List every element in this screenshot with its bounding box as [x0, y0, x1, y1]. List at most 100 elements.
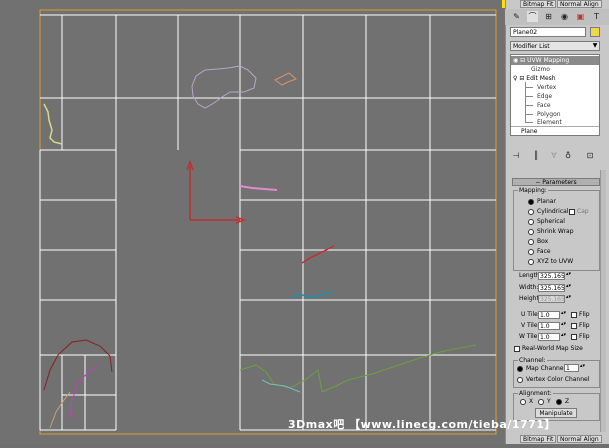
- w-tile-spinner[interactable]: 1.0: [538, 333, 560, 341]
- align-x-radio[interactable]: X: [520, 398, 533, 406]
- top-button-bar: Bitmap Fit Normal Align: [506, 0, 609, 9]
- mapping-planar-radio[interactable]: Planar: [528, 198, 556, 206]
- radio-icon: [528, 218, 534, 225]
- display-icon[interactable]: ▣: [575, 11, 586, 22]
- checkbox-label: Real-World Map Size: [522, 345, 583, 352]
- map-channel-spinner[interactable]: 1: [564, 364, 579, 372]
- w-tile-label: W Tile: [519, 333, 538, 340]
- utilities-icon[interactable]: T: [591, 11, 602, 22]
- cap-checkbox[interactable]: Cap: [569, 208, 589, 216]
- create-icon[interactable]: ✎: [511, 11, 522, 22]
- real-world-map-size-checkbox[interactable]: Real-World Map Size: [514, 345, 583, 353]
- map-channel-radio[interactable]: Map Channel:: [517, 365, 567, 373]
- spinner-arrows-icon[interactable]: ▴▾: [566, 284, 571, 292]
- v-tile-spinner[interactable]: 1.0: [538, 322, 560, 330]
- uv-island-purple: [191, 65, 257, 109]
- checkbox-icon: [569, 208, 575, 215]
- uv-island-yellow: [43, 103, 63, 145]
- mapping-xyz-to-uvw-radio[interactable]: XYZ to UVW: [528, 258, 573, 266]
- viewport[interactable]: [0, 0, 505, 444]
- mapping-cylindrical-radio[interactable]: Cylindrical: [528, 208, 568, 216]
- expand-icon[interactable]: ⊟: [519, 75, 524, 82]
- motion-icon[interactable]: ◉: [559, 11, 570, 22]
- bitmap-fit-button[interactable]: Bitmap Fit: [520, 0, 557, 8]
- stack-item-plane[interactable]: Plane: [511, 126, 599, 135]
- radio-label: Box: [537, 238, 549, 245]
- mapping-shrink-wrap-radio[interactable]: Shrink Wrap: [528, 228, 574, 236]
- normal-align-button-bottom[interactable]: Normal Align: [557, 435, 602, 443]
- stack-item-edge[interactable]: Edge: [537, 92, 599, 101]
- radio-icon: [528, 258, 534, 265]
- uvw-gizmo-frame: [39, 9, 497, 435]
- radio-icon: [528, 208, 534, 215]
- bottom-button-bar: Bitmap Fit Normal Align: [506, 435, 609, 444]
- radio-label: XYZ to UVW: [537, 258, 574, 265]
- object-name-field[interactable]: Plane02: [510, 27, 586, 37]
- spinner-arrows-icon[interactable]: ▴▾: [566, 272, 571, 280]
- bulb-icon[interactable]: ◉: [511, 57, 518, 64]
- radio-icon: [528, 198, 534, 205]
- radio-icon: [517, 365, 523, 372]
- mapping-face-radio[interactable]: Face: [528, 248, 551, 256]
- checkbox-label: Flip: [579, 311, 590, 318]
- radio-icon: [520, 398, 526, 405]
- stack-item-gizmo[interactable]: Gizmo: [531, 65, 599, 74]
- checkbox-label: Flip: [579, 333, 590, 340]
- height-spinner[interactable]: 325.165: [538, 295, 565, 303]
- configure-modifier-sets-icon[interactable]: ⊡: [584, 150, 596, 162]
- spinner-arrows-icon[interactable]: ▴▾: [561, 311, 566, 319]
- viewport-canvas[interactable]: [0, 0, 505, 444]
- bulb-icon[interactable]: ♀: [511, 75, 517, 82]
- uv-island-orange: [274, 72, 297, 86]
- command-panel-scrollbar[interactable]: [600, 170, 606, 432]
- spinner-arrows-icon[interactable]: ▴▾: [561, 333, 566, 341]
- width-label: Width:: [519, 284, 539, 291]
- tree-branch: [525, 122, 533, 123]
- length-spinner[interactable]: 325.165: [538, 272, 565, 280]
- plane-mesh-grid: [39, 14, 496, 431]
- normal-align-button[interactable]: Normal Align: [557, 0, 602, 8]
- pin-stack-icon[interactable]: ⊣: [510, 150, 522, 162]
- mapping-box-radio[interactable]: Box: [528, 238, 548, 246]
- parameters-title: Parameters: [542, 179, 577, 186]
- align-z-radio[interactable]: Z: [556, 398, 569, 406]
- modifier-list-dropdown[interactable]: Modifier List ▼: [510, 41, 600, 51]
- spinner-arrows-icon[interactable]: ▴▾: [566, 295, 571, 303]
- object-color-swatch[interactable]: [590, 27, 600, 37]
- hierarchy-icon[interactable]: ⊞: [543, 11, 554, 22]
- stack-item-label: UVW Mapping: [527, 57, 570, 64]
- show-end-result-icon[interactable]: ║: [530, 150, 542, 162]
- spinner-arrows-icon[interactable]: ▴▾: [580, 364, 585, 372]
- modifier-stack: ◉ ⊟ UVW Mapping Gizmo ♀ ⊟ Edit Mesh Vert…: [510, 54, 600, 136]
- channel-group-label: Channel:: [518, 357, 547, 364]
- bitmap-fit-button-bottom[interactable]: Bitmap Fit: [520, 435, 557, 443]
- stack-item-face[interactable]: Face: [537, 101, 599, 110]
- radio-icon: [528, 228, 534, 235]
- radio-icon: [556, 398, 562, 405]
- stack-item-uvw-mapping[interactable]: ◉ ⊟ UVW Mapping: [511, 56, 599, 65]
- expand-icon[interactable]: ⊟: [520, 57, 525, 64]
- v-flip-checkbox[interactable]: Flip: [571, 322, 590, 330]
- rollout-collapse-icon: −: [535, 179, 541, 186]
- modify-icon[interactable]: ⌒: [527, 11, 538, 22]
- uv-island-maroon: [43, 339, 113, 391]
- mapping-spherical-radio[interactable]: Spherical: [528, 218, 565, 226]
- parameters-rollout-header[interactable]: − Parameters: [512, 178, 600, 186]
- w-flip-checkbox[interactable]: Flip: [571, 333, 590, 341]
- radio-label: Vertex Color Channel: [526, 376, 590, 383]
- align-y-radio[interactable]: Y: [538, 398, 551, 406]
- stack-item-vertex[interactable]: Vertex: [537, 83, 599, 92]
- width-spinner[interactable]: 325.165: [538, 284, 565, 292]
- remove-modifier-icon[interactable]: ♁: [562, 150, 574, 162]
- make-unique-icon[interactable]: ∀: [548, 150, 560, 162]
- chevron-down-icon: ▼: [592, 42, 598, 49]
- vertex-color-channel-radio[interactable]: Vertex Color Channel: [517, 376, 589, 384]
- stack-toolbar: ⊣ ║ ∀ ♁ ⊡: [510, 150, 600, 164]
- checkbox-icon: [571, 322, 577, 329]
- uv-island-pink: [239, 185, 278, 191]
- u-tile-label: U Tile: [521, 311, 538, 318]
- u-tile-spinner[interactable]: 1.0: [538, 311, 560, 319]
- uv-island-magenta: [69, 365, 99, 419]
- spinner-arrows-icon[interactable]: ▴▾: [561, 322, 566, 330]
- u-flip-checkbox[interactable]: Flip: [571, 311, 590, 319]
